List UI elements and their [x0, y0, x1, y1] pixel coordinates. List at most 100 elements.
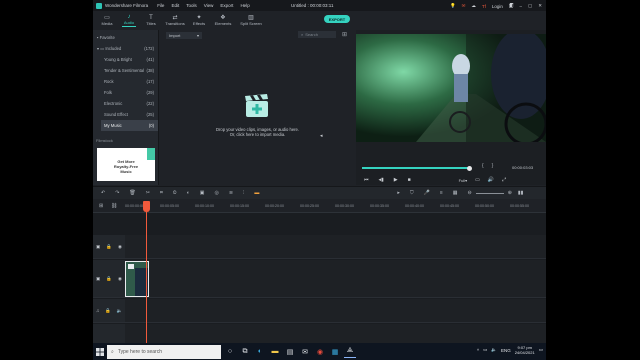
timeline-track[interactable]: ▣ 🔒 ◉: [93, 260, 546, 298]
gift-icon[interactable]: ✉: [462, 3, 466, 9]
lightbulb-icon[interactable]: 💡: [450, 3, 456, 9]
cortana-icon[interactable]: ○: [224, 346, 236, 358]
chrome-icon[interactable]: ◉: [314, 346, 326, 358]
task-view-icon[interactable]: ⧉: [239, 346, 251, 358]
speed-icon[interactable]: ⏲: [173, 190, 177, 196]
stop-icon[interactable]: ■: [408, 177, 411, 183]
menu-file[interactable]: File: [157, 3, 164, 8]
windows-start-icon[interactable]: [93, 343, 107, 360]
sidebar-item-folk[interactable]: Folk (29): [93, 87, 158, 98]
sidebar-item-young-bright[interactable]: Young & Bright (41): [93, 54, 158, 65]
display-icon[interactable]: ▭: [475, 177, 480, 183]
lock-icon[interactable]: 🔒: [106, 276, 112, 282]
speaker-icon[interactable]: 🔈: [116, 308, 122, 314]
lock-icon[interactable]: 🔒: [105, 308, 111, 314]
sidebar-item-favorite[interactable]: ▪ Favorite: [93, 32, 158, 43]
green-screen-icon[interactable]: ▣: [200, 190, 205, 196]
sidebar-item-my-music[interactable]: My Music (0): [101, 120, 158, 131]
edge-icon[interactable]: ◐: [254, 346, 266, 358]
language-indicator[interactable]: ENG: [501, 348, 511, 353]
timeline-ruler[interactable]: ⊞ ⛓ 00:00:00:00 00:00:05:00 00:00:10:00 …: [93, 199, 546, 213]
tab-elements[interactable]: ❖ Elements: [210, 11, 236, 29]
taskbar-clock[interactable]: 9:07 pm 24/04/2021: [515, 345, 535, 355]
add-track-icon[interactable]: ⊞: [99, 203, 103, 209]
tab-media[interactable]: ▭ Media: [96, 11, 118, 29]
volume-tray-icon[interactable]: 🔈: [491, 347, 497, 353]
new-feature-icon[interactable]: ▬: [254, 190, 259, 196]
export-button[interactable]: EXPORT: [324, 15, 350, 23]
t-badge-icon[interactable]: Tf: [482, 4, 486, 9]
scrubber-handle[interactable]: [467, 165, 472, 171]
zoom-slider[interactable]: [475, 192, 504, 194]
collapse-panel-icon[interactable]: ◂: [320, 133, 323, 139]
timeline-track[interactable]: [93, 324, 546, 343]
tab-effects[interactable]: ✦ Effects: [188, 11, 210, 29]
play-icon[interactable]: ▶: [394, 177, 398, 183]
color-icon[interactable]: ◐: [187, 190, 190, 196]
tab-transitions[interactable]: ⇄ Transitions: [162, 11, 188, 29]
menu-export[interactable]: Export: [220, 3, 233, 8]
mail-icon[interactable]: ✉: [299, 346, 311, 358]
grid-view-icon[interactable]: ⊞: [342, 31, 347, 38]
zoom-out-icon[interactable]: ⊖: [467, 190, 471, 196]
playhead-line[interactable]: [146, 201, 147, 343]
redo-icon[interactable]: ↷: [115, 190, 119, 196]
crop-icon[interactable]: ⌗: [160, 190, 163, 196]
fullscreen-icon[interactable]: ⤢: [502, 177, 506, 183]
pause-icon[interactable]: ▮▮: [518, 190, 524, 196]
zoom-in-icon[interactable]: ⊕: [508, 190, 512, 196]
maximize-icon[interactable]: ▢: [528, 3, 532, 9]
search-input[interactable]: ⌕ Search: [298, 31, 336, 38]
network-icon[interactable]: ▭: [483, 347, 487, 353]
split-audio-icon[interactable]: ⫶: [243, 190, 244, 196]
sidebar-item-sound-effect[interactable]: Sound Effect (25): [93, 109, 158, 120]
preview-scrubber[interactable]: [362, 165, 472, 171]
tab-split-screen[interactable]: ▥ Split Screen: [236, 11, 266, 29]
sidebar-item-electronic[interactable]: Electronic (22): [93, 98, 158, 109]
minimize-icon[interactable]: –: [519, 4, 522, 9]
shield-icon[interactable]: ⛉: [410, 190, 414, 196]
link-icon[interactable]: ⛓: [111, 203, 117, 209]
tab-audio[interactable]: ♪ Audio: [118, 11, 140, 29]
mark-in-icon[interactable]: {: [482, 163, 484, 169]
file-explorer-icon[interactable]: ▬: [269, 346, 281, 358]
filmstock-ad-banner[interactable]: Get More Royalty-Free Music: [97, 148, 155, 181]
stabilize-icon[interactable]: ◎: [214, 190, 218, 196]
voiceover-icon[interactable]: ≡: [440, 190, 443, 196]
cloud-icon[interactable]: ☁: [471, 3, 476, 9]
undo-icon[interactable]: ↶: [101, 190, 105, 196]
sidebar-item-rock[interactable]: Rock (17): [93, 76, 158, 87]
render-icon[interactable]: ▸: [397, 190, 400, 196]
notifications-icon[interactable]: 🗐: [509, 2, 514, 10]
sidebar-item-tender[interactable]: Tender & Sentimental (38): [93, 65, 158, 76]
taskbar-search-input[interactable]: ⌕ Type here to search: [107, 344, 221, 359]
tab-titles[interactable]: T Titles: [140, 11, 162, 29]
notification-center-icon[interactable]: ▭: [539, 347, 543, 353]
microphone-icon[interactable]: 🎤: [424, 190, 430, 196]
timeline-track[interactable]: ▣ 🔒 ◉: [93, 235, 546, 259]
cut-icon[interactable]: ✂: [146, 190, 150, 196]
close-icon[interactable]: ✕: [538, 3, 542, 9]
eye-icon[interactable]: ◉: [118, 244, 122, 250]
sidebar-item-included[interactable]: ▾ ▭ Included (172): [93, 43, 158, 54]
lock-icon[interactable]: 🔒: [106, 244, 112, 250]
filmora-taskbar-icon[interactable]: ⟁: [344, 346, 356, 358]
import-media-icon[interactable]: [244, 94, 270, 118]
import-dropdown[interactable]: Import ▾: [166, 31, 202, 39]
login-link[interactable]: Login: [492, 4, 503, 9]
audio-mixer-icon[interactable]: ≋: [229, 190, 233, 196]
menu-help[interactable]: Help: [240, 3, 249, 8]
delete-icon[interactable]: 🗑: [129, 190, 135, 196]
step-back-icon[interactable]: ◂▮: [379, 177, 384, 183]
timeline-track[interactable]: ♫ 🔒 🔈: [93, 299, 546, 323]
playhead-handle[interactable]: [143, 201, 150, 212]
menu-edit[interactable]: Edit: [171, 3, 179, 8]
photos-icon[interactable]: ▦: [329, 346, 341, 358]
snapshot-icon[interactable]: ▦: [453, 190, 458, 196]
drop-zone-text[interactable]: Drop your video clips, images, or audio …: [190, 127, 325, 137]
tray-chevron-icon[interactable]: ^: [477, 348, 479, 353]
menu-view[interactable]: View: [204, 3, 214, 8]
skip-back-icon[interactable]: ⏮: [364, 177, 369, 183]
eye-icon[interactable]: ◉: [118, 276, 122, 282]
volume-icon[interactable]: 🔊: [488, 177, 494, 183]
